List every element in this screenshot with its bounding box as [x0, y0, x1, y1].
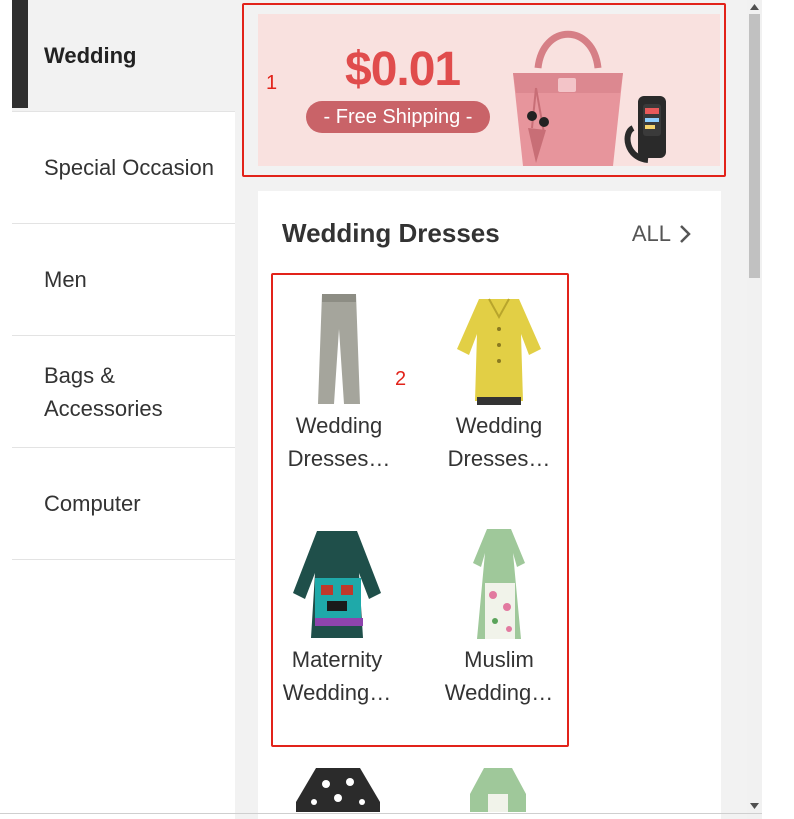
sidebar-item-label: Special Occasion — [44, 155, 214, 180]
section-title: Wedding Dresses — [282, 218, 500, 248]
sidebar-item-computer[interactable]: Computer — [12, 448, 235, 560]
sidebar-item-label: Bags & Accessories — [44, 362, 163, 421]
annotation-number-2: 2 — [395, 368, 407, 390]
product-tile-6-partial[interactable] — [470, 764, 526, 812]
sidebar-item-label: Wedding — [44, 43, 137, 68]
vertical-scrollbar[interactable] — [747, 0, 762, 819]
view-all-link[interactable]: ALL — [632, 221, 691, 247]
scroll-down-arrow-icon[interactable] — [747, 799, 762, 813]
polka-dot-top-image — [296, 768, 380, 812]
chevron-right-icon — [680, 225, 691, 243]
sidebar-item-men[interactable]: Men — [12, 224, 235, 336]
sidebar-item-bags-accessories[interactable]: Bags & Accessories — [12, 336, 235, 448]
product-grid-highlight-box — [271, 273, 569, 747]
scrollbar-thumb[interactable] — [749, 14, 760, 278]
category-sidebar: Wedding Special Occasion Men Bags & Acce… — [12, 0, 235, 819]
sidebar-item-label: Men — [44, 267, 87, 292]
sidebar-item-wedding[interactable]: Wedding — [12, 0, 235, 112]
active-indicator — [12, 0, 28, 108]
annotation-number-1: 1 — [266, 72, 278, 94]
sidebar-item-label: Computer — [44, 491, 141, 516]
banner-highlight-box — [242, 3, 726, 177]
view-all-label: ALL — [631, 221, 671, 246]
bottom-divider — [0, 813, 762, 814]
scroll-up-arrow-icon[interactable] — [747, 0, 762, 14]
product-tile-5-partial[interactable] — [296, 762, 380, 812]
green-dress-image — [470, 768, 526, 812]
sidebar-item-special-occasion[interactable]: Special Occasion — [12, 112, 235, 224]
